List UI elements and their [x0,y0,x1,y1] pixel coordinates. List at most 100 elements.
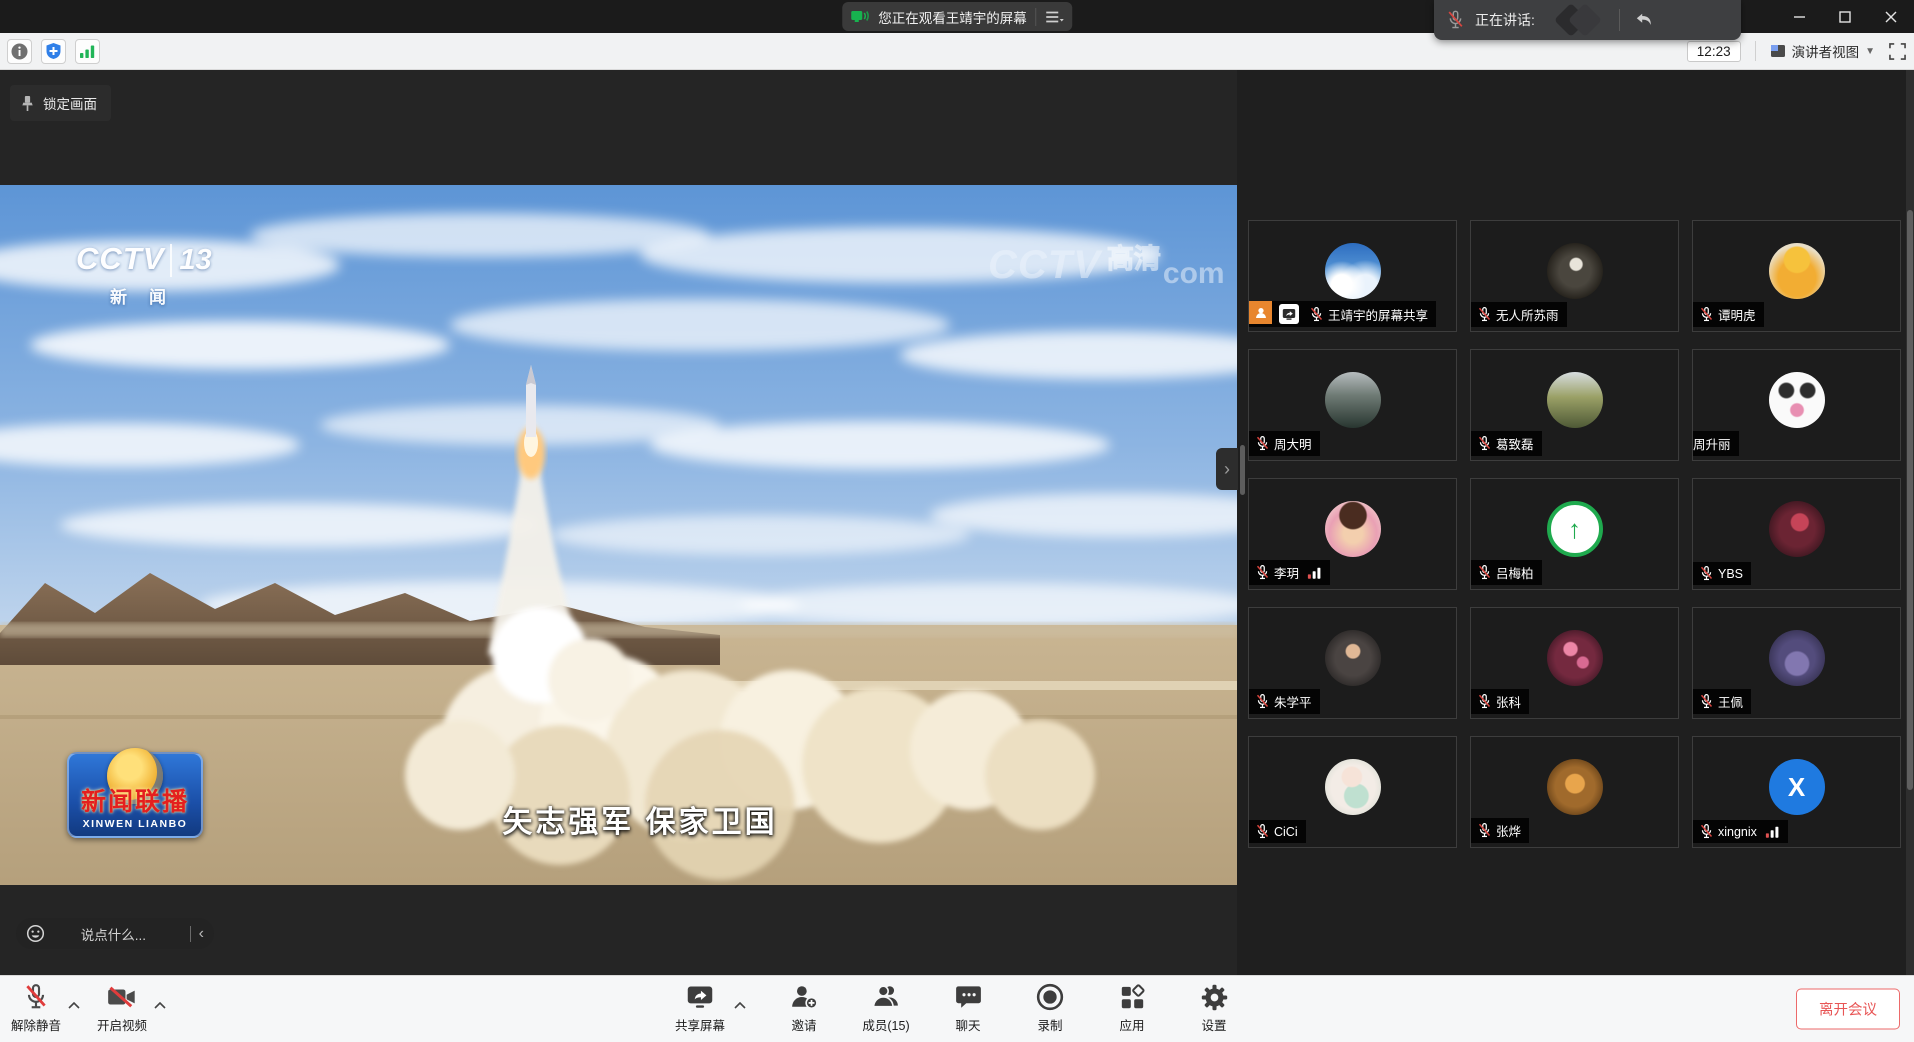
participant-name: 王佩 [1718,692,1743,711]
window-controls [1776,0,1914,33]
view-mode-label: 演讲者视图 [1792,41,1860,61]
layout-icon [1770,44,1786,58]
participant-tile[interactable]: 谭明虎 [1692,220,1901,332]
muted-mic-icon [1477,306,1492,323]
participant-tile[interactable]: 王佩 [1692,607,1901,719]
network-signal-icon [79,44,96,59]
pin-view-button[interactable]: 锁定画面 [10,85,111,121]
panel-collapse-handle[interactable]: › [1216,448,1238,490]
info-button[interactable] [7,39,32,64]
meeting-info-group [7,39,100,64]
participant-label: xingnix [1693,820,1788,843]
program-name-en: XINWEN LIANBO [83,818,188,830]
invite-button[interactable]: 邀请 [778,982,830,1034]
participant-label: 吕梅柏 [1471,560,1542,585]
participant-tile[interactable]: CiCi [1248,736,1457,848]
collapse-chat-icon[interactable]: ‹ [199,926,204,942]
participants-panel: 王靖宇的屏幕共享 无人所苏雨 [1237,70,1914,975]
settings-label: 设置 [1201,1015,1226,1034]
view-controls: 12:23 演讲者视图 ▼ [1687,41,1906,62]
scrollbar-thumb[interactable] [1907,210,1913,790]
speaking-avatars [1559,8,1597,32]
participant-label: 王靖宇的屏幕共享 [1249,301,1436,327]
avatar [1547,372,1603,428]
participant-name: xingnix [1718,825,1757,839]
participant-tile[interactable]: 王靖宇的屏幕共享 [1248,220,1457,332]
avatar [1769,372,1825,428]
chat-label: 聊天 [955,1015,980,1034]
cctv-logo-text: CCTV [76,241,164,277]
chat-button[interactable]: 聊天 [942,982,994,1034]
muted-mic-icon [1699,823,1714,840]
members-button[interactable]: 成员(15) [860,982,912,1034]
share-options-chevron[interactable] [732,994,748,1016]
minimize-button[interactable] [1776,0,1822,33]
avatar: X [1769,759,1825,815]
maximize-button[interactable] [1822,0,1868,33]
bottom-toolbar: 解除静音 开启视频 [0,975,1914,1042]
divider [1619,9,1620,31]
participant-label: 朱学平 [1249,689,1320,714]
chevron-down-icon: ▼ [1865,46,1875,57]
cctv-watermark: CCTV 高清 com [988,243,1225,291]
view-mode-select[interactable]: 演讲者视图 ▼ [1770,41,1875,61]
settings-button[interactable]: 设置 [1188,982,1240,1034]
cctv-channel-number: 13 [170,244,211,277]
participant-tile[interactable]: 李玥 [1248,478,1457,590]
security-button[interactable] [41,39,66,64]
watching-banner[interactable]: 您正在观看王靖宇的屏幕 [842,2,1072,31]
unmute-label: 解除静音 [11,1015,61,1034]
participant-tile[interactable]: 周大明 [1248,349,1457,461]
unmute-button[interactable]: 解除静音 [10,982,62,1034]
participant-tile[interactable]: 张烨 [1470,736,1679,848]
muted-mic-icon [1309,306,1324,323]
avatar [1769,243,1825,299]
share-screen-button[interactable]: 共享屏幕 [674,982,726,1034]
menu-icon[interactable] [1044,10,1064,24]
participant-tile[interactable]: 周升丽 [1692,349,1901,461]
chat-input-placeholder[interactable]: 说点什么... [45,924,182,944]
share-screen-icon [686,984,714,1010]
apps-button[interactable]: 应用 [1106,982,1158,1034]
participant-tile[interactable]: 葛致磊 [1470,349,1679,461]
emoji-icon[interactable] [26,924,45,943]
mic-options-chevron[interactable] [66,994,82,1016]
start-video-button[interactable]: 开启视频 [96,982,148,1034]
participant-label: 周升丽 [1693,431,1739,456]
participant-tile[interactable]: 朱学平 [1248,607,1457,719]
participant-label: 张烨 [1471,818,1529,843]
leave-meeting-button[interactable]: 离开会议 [1796,989,1900,1030]
shared-screen-stage: 锁定画面 [0,70,1237,975]
participant-tile[interactable]: ↑ 吕梅柏 [1470,478,1679,590]
participant-name: 葛致磊 [1496,434,1534,453]
close-button[interactable] [1868,0,1914,33]
muted-mic-icon [1446,9,1465,31]
participant-tile[interactable]: 张科 [1470,607,1679,719]
record-icon [1036,983,1064,1011]
participant-tile[interactable]: 无人所苏雨 [1470,220,1679,332]
participant-name: YBS [1718,567,1743,581]
news-caption: 矢志强军 保家卫国 [502,797,777,841]
participant-tile[interactable]: X xingnix [1692,736,1901,848]
invite-label: 邀请 [791,1015,816,1034]
avatar [1325,630,1381,686]
muted-mic-icon [1255,823,1270,840]
avatar [1325,759,1381,815]
participant-name: 吕梅柏 [1496,563,1534,582]
record-button[interactable]: 录制 [1024,982,1076,1034]
video-options-chevron[interactable] [152,994,168,1016]
share-screen-label: 共享屏幕 [675,1015,725,1034]
network-button[interactable] [75,39,100,64]
fullscreen-icon[interactable] [1889,43,1906,60]
participant-tile[interactable]: YBS [1692,478,1901,590]
scrollbar-track[interactable] [1906,70,1914,975]
participant-name: 无人所苏雨 [1496,305,1559,324]
quick-chat-bar[interactable]: 说点什么... ‹ [16,918,214,949]
members-icon [872,984,900,1010]
shared-video[interactable]: CCTV 13 新闻 CCTV 高清 com 新闻联播 XINWEN LIANB… [0,185,1237,885]
muted-mic-icon [1255,693,1270,710]
participant-name: 张烨 [1496,821,1521,840]
avatar [1325,501,1381,557]
panel-scrollbar-thumb[interactable] [1240,445,1245,495]
return-arrow-icon[interactable] [1634,11,1654,29]
